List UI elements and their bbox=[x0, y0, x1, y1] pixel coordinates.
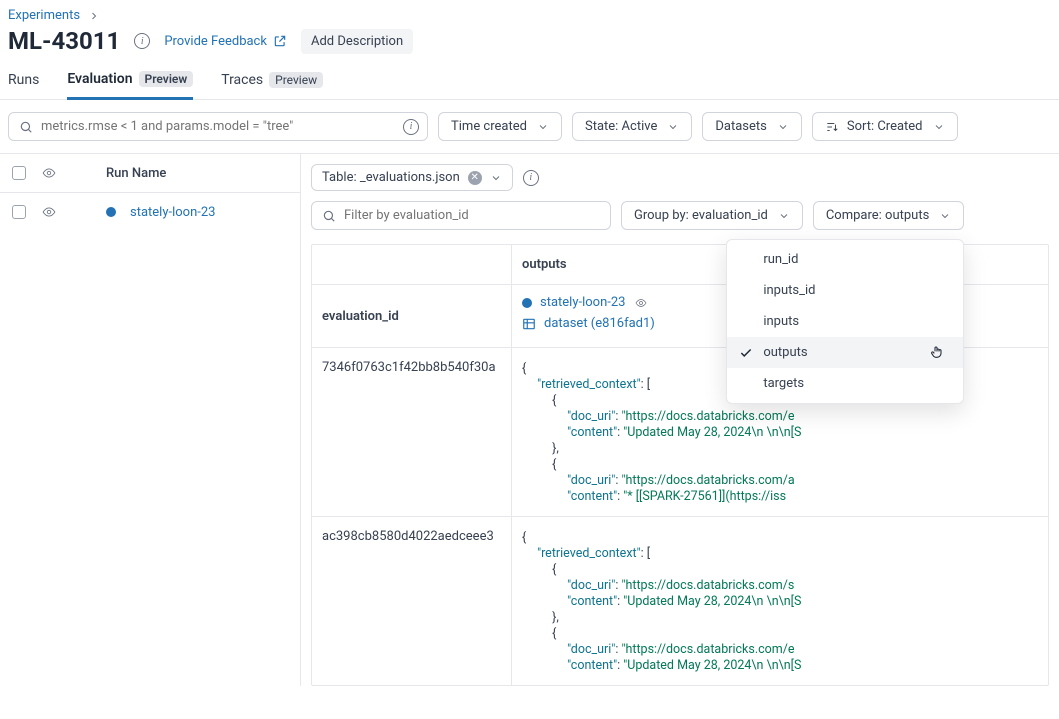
dataset-link[interactable]: dataset (e816fad1) bbox=[544, 316, 655, 331]
group-by-selector[interactable]: Group by: evaluation_id bbox=[621, 201, 803, 230]
chevron-down-icon bbox=[490, 172, 502, 184]
dropdown-item-run-id[interactable]: run_id bbox=[727, 244, 963, 275]
page-title: ML-43011 bbox=[8, 27, 120, 55]
search-input[interactable]: i bbox=[8, 112, 428, 141]
tab-evaluation[interactable]: Evaluation Preview bbox=[67, 71, 193, 100]
dropdown-item-targets[interactable]: targets bbox=[727, 368, 963, 399]
chevron-down-icon bbox=[777, 121, 789, 133]
dropdown-item-label: outputs bbox=[763, 345, 807, 360]
select-all-checkbox[interactable] bbox=[12, 166, 26, 180]
chevron-down-icon bbox=[537, 121, 549, 133]
clear-table-icon[interactable]: ✕ bbox=[468, 171, 482, 185]
status-dot-icon bbox=[522, 298, 532, 308]
chevron-right-icon bbox=[88, 10, 100, 22]
filter-eval-field[interactable] bbox=[344, 208, 600, 223]
chevron-down-icon bbox=[778, 210, 790, 222]
visibility-column-icon[interactable] bbox=[40, 164, 58, 182]
table-row: ac398cb8580d4022aedceee3 { "retrieved_co… bbox=[312, 516, 1048, 685]
sort-icon bbox=[825, 120, 839, 134]
eye-icon[interactable] bbox=[633, 297, 649, 309]
tab-evaluation-label: Evaluation bbox=[67, 71, 132, 87]
tab-traces[interactable]: Traces Preview bbox=[221, 71, 323, 99]
compare-label: Compare: outputs bbox=[826, 208, 929, 223]
status-dot-icon bbox=[106, 207, 116, 217]
chevron-down-icon bbox=[667, 121, 679, 133]
preview-badge: Preview bbox=[269, 72, 323, 88]
table-label: Table: _evaluations.json bbox=[322, 170, 460, 185]
search-icon bbox=[19, 120, 33, 134]
cursor-pointer-icon bbox=[929, 343, 945, 361]
run-link[interactable]: stately-loon-23 bbox=[130, 205, 215, 220]
chevron-down-icon bbox=[939, 210, 951, 222]
check-icon bbox=[739, 346, 753, 360]
state-filter[interactable]: State: Active bbox=[572, 112, 692, 141]
tab-traces-label: Traces bbox=[221, 72, 263, 88]
dataset-icon bbox=[522, 317, 536, 331]
time-created-label: Time created bbox=[451, 119, 527, 134]
provide-feedback-label: Provide Feedback bbox=[164, 34, 267, 49]
tab-runs[interactable]: Runs bbox=[8, 71, 39, 99]
run-name-header: Run Name bbox=[106, 166, 166, 181]
group-by-label: Group by: evaluation_id bbox=[634, 208, 768, 223]
dropdown-item-inputs[interactable]: inputs bbox=[727, 306, 963, 337]
filter-eval-input[interactable] bbox=[311, 201, 611, 230]
search-field[interactable] bbox=[41, 119, 417, 134]
sort-label: Sort: Created bbox=[847, 119, 923, 134]
add-description-button[interactable]: Add Description bbox=[301, 29, 413, 54]
info-icon[interactable]: i bbox=[523, 170, 539, 186]
external-link-icon bbox=[273, 34, 287, 48]
eval-id-cell: ac398cb8580d4022aedceee3 bbox=[312, 517, 512, 685]
dropdown-item-inputs-id[interactable]: inputs_id bbox=[727, 275, 963, 306]
output-json-cell: { "retrieved_context": [ { "doc_uri": "h… bbox=[522, 529, 1038, 673]
breadcrumb-root[interactable]: Experiments bbox=[8, 8, 80, 23]
chevron-down-icon bbox=[933, 121, 945, 133]
run-row[interactable]: stately-loon-23 bbox=[0, 193, 300, 231]
table-selector[interactable]: Table: _evaluations.json ✕ bbox=[311, 164, 513, 191]
datasets-filter[interactable]: Datasets bbox=[702, 112, 802, 141]
dropdown-item-outputs[interactable]: outputs bbox=[727, 337, 963, 368]
tabs: Runs Evaluation Preview Traces Preview bbox=[0, 55, 1059, 100]
preview-badge: Preview bbox=[139, 71, 194, 87]
compare-selector[interactable]: Compare: outputs bbox=[813, 201, 964, 230]
sort-filter[interactable]: Sort: Created bbox=[812, 112, 958, 141]
run-checkbox[interactable] bbox=[12, 205, 26, 219]
search-icon bbox=[322, 209, 336, 223]
state-label: State: Active bbox=[585, 119, 657, 134]
breadcrumb: Experiments bbox=[8, 8, 1051, 23]
eval-id-cell: 7346f0763c1f42bb8b540f30a bbox=[312, 348, 512, 516]
info-icon[interactable]: i bbox=[134, 33, 150, 49]
provide-feedback-link[interactable]: Provide Feedback bbox=[164, 34, 287, 49]
column-eval-id-header[interactable]: evaluation_id bbox=[312, 285, 512, 347]
time-created-filter[interactable]: Time created bbox=[438, 112, 562, 141]
run-link[interactable]: stately-loon-23 bbox=[540, 295, 625, 310]
info-icon[interactable]: i bbox=[403, 119, 419, 135]
datasets-label: Datasets bbox=[715, 119, 767, 134]
compare-dropdown: run_id inputs_id inputs outputs targets bbox=[726, 239, 964, 404]
visibility-toggle-icon[interactable] bbox=[40, 203, 58, 221]
